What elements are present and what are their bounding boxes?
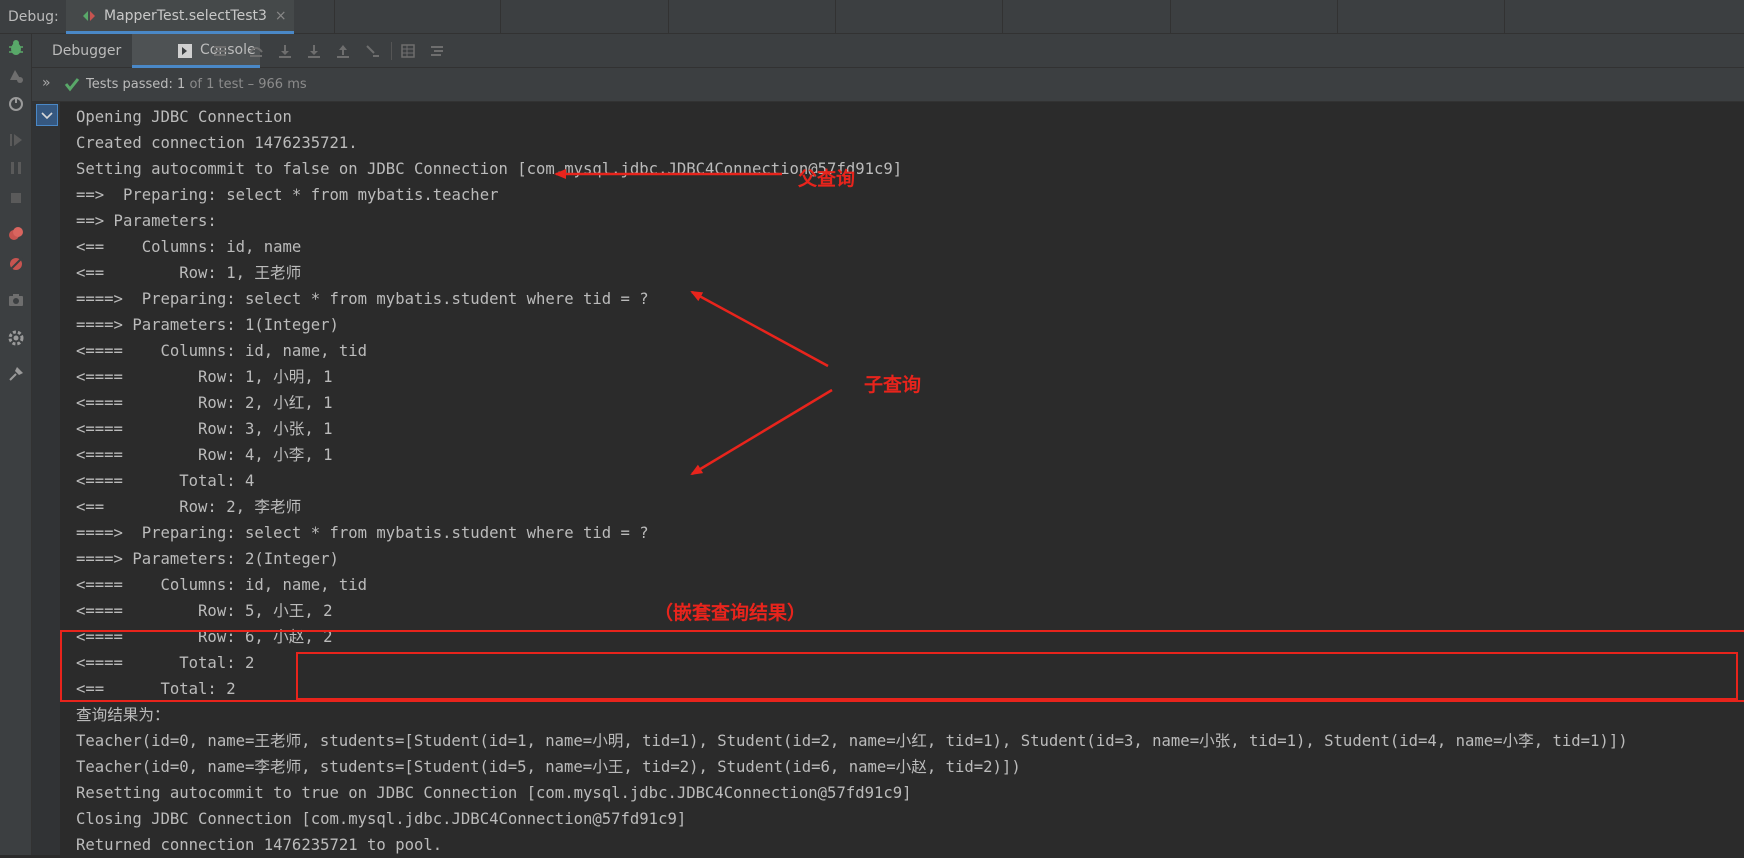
tab-divider: [1337, 0, 1338, 34]
pin-icon[interactable]: [6, 364, 26, 384]
stop-icon[interactable]: [6, 188, 26, 208]
tab-divider: [500, 0, 501, 34]
console-icon: [178, 44, 192, 58]
tab-divider: [1504, 0, 1505, 34]
gear-icon[interactable]: [6, 328, 26, 348]
debug-bug-icon[interactable]: [6, 38, 26, 58]
tests-passed-label: Tests passed:: [86, 77, 178, 92]
annotation-arrows: [554, 169, 833, 476]
debug-label: Debug:: [8, 9, 59, 25]
debug-side-toolbar: [0, 34, 32, 855]
debug-toolbar: Debugger Console: [32, 34, 1744, 68]
tab-divider: [835, 0, 836, 34]
expand-icon[interactable]: »: [42, 75, 51, 91]
tests-passed-status: Tests passed: 1 of 1 test – 966 ms: [86, 77, 307, 92]
tab-divider: [1002, 0, 1003, 34]
debug-tab-bar: Debug: MapperTest.selectTest3 ×: [0, 0, 1744, 34]
view-breakpoints-icon[interactable]: [6, 224, 26, 244]
check-icon: [64, 78, 80, 92]
run-config-icon: [83, 10, 95, 21]
tab-divider: [668, 0, 669, 34]
run-to-cursor-icon[interactable]: [364, 43, 380, 59]
tab-debugger-label: Debugger: [52, 43, 122, 59]
arrow-sub-query-2: [690, 388, 833, 476]
arrow-sub-query-1: [690, 290, 829, 368]
console-output[interactable]: Opening JDBC Connection Created connectio…: [32, 102, 1744, 855]
evaluate-icon[interactable]: [400, 43, 416, 59]
force-step-into-icon[interactable]: [306, 43, 322, 59]
rerun-failed-icon[interactable]: [6, 94, 26, 114]
resume-icon[interactable]: [6, 130, 26, 150]
camera-icon[interactable]: [6, 290, 26, 310]
tab-console[interactable]: Console: [132, 34, 260, 68]
tab-divider: [334, 0, 335, 34]
test-status-bar: » Tests passed: 1 of 1 test – 966 ms: [32, 68, 1744, 102]
tests-passed-detail: of 1 test – 966 ms: [185, 77, 307, 92]
toolbar-divider: [391, 42, 392, 60]
mute-breakpoints-icon[interactable]: [6, 254, 26, 274]
step-into-icon[interactable]: [277, 43, 293, 59]
menu-icon[interactable]: [212, 43, 228, 59]
step-out-icon[interactable]: [335, 43, 351, 59]
rerun-icon[interactable]: [6, 66, 26, 86]
step-over-icon[interactable]: [248, 43, 264, 59]
tab-divider: [1170, 0, 1171, 34]
close-icon[interactable]: ×: [275, 8, 287, 24]
tab-debugger[interactable]: Debugger: [52, 34, 121, 68]
pause-icon[interactable]: [6, 158, 26, 178]
tab-mappertest-selecttest3[interactable]: MapperTest.selectTest3 ×: [66, 0, 294, 34]
trace-icon[interactable]: [429, 43, 445, 59]
tab-label: MapperTest.selectTest3: [104, 7, 267, 24]
